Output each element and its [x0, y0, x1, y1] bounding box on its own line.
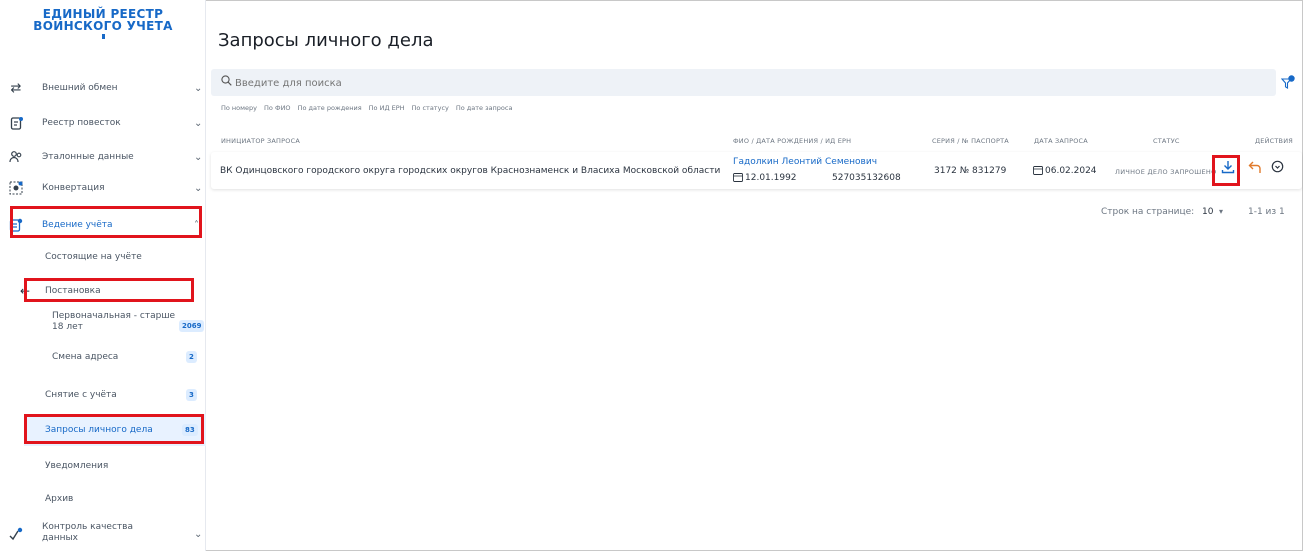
return-icon[interactable] [1248, 160, 1262, 178]
filter-option-fio[interactable]: По ФИО [264, 104, 291, 112]
rows-per-page-label: Строк на странице: [1101, 207, 1195, 217]
sidebar-item-summons-registry[interactable]: Реестр повесток ⌄ [0, 106, 206, 140]
sidebar-item-label: Контроль качества [42, 522, 133, 532]
people-icon [9, 150, 23, 164]
sidebar-subitem-deregistration[interactable]: Снятие с учёта 3 [0, 389, 206, 402]
count-badge: 2 [186, 351, 197, 363]
select-caret-icon[interactable]: ▾ [1219, 207, 1223, 216]
cell-fio-link[interactable]: Гадолкин Леонтий Семенович [733, 157, 877, 167]
more-options-icon[interactable] [1271, 160, 1284, 177]
sidebar-subitem-archive[interactable]: Архив [0, 494, 206, 506]
sidebar-item-label: Эталонные данные [42, 152, 134, 162]
filter-option-status[interactable]: По статусу [412, 104, 449, 112]
column-header-fio[interactable]: ФИО / ДАТА РОЖДЕНИЯ / ИД ЕРН [733, 137, 851, 145]
page-title: Запросы личного дела [218, 30, 434, 51]
sidebar-subitem-label: Снятие с учёта [45, 390, 117, 400]
rows-per-page-select[interactable]: 10 [1202, 207, 1213, 217]
table-row[interactable]: ВК Одинцовского городского округа городс… [211, 152, 1302, 189]
count-badge: 3 [186, 389, 197, 401]
column-header-initiator[interactable]: ИНИЦИАТОР ЗАПРОСА [221, 137, 300, 145]
sidebar-item-conversion[interactable]: Конвертация ⌄ [0, 171, 206, 205]
exchange-icon: ⇄ [10, 80, 22, 96]
page-range: 1-1 из 1 [1248, 207, 1285, 217]
sidebar-subitem-label: Состоящие на учёте [45, 252, 142, 262]
highlight-box-registry-keeping [10, 206, 202, 238]
logo-line2: ВОИНСКОГО УЧЕТА [33, 19, 173, 33]
count-badge: 2069 [179, 320, 205, 332]
sidebar-subitem-initial[interactable]: Первоначальная - старше 18 лет 2069 [0, 311, 206, 335]
search-input[interactable] [235, 74, 635, 92]
sidebar: ЕДИНЫЙ РЕЕСТР ВОИНСКОГО УЧЕТА ⇄ Внешний … [0, 0, 206, 551]
sidebar-item-label: Внешний обмен [42, 83, 118, 93]
sidebar-subitem-address-change[interactable]: Смена адреса 2 [0, 351, 206, 364]
logo-marker-icon [101, 34, 105, 39]
highlight-box-enrollment [24, 278, 194, 302]
cell-passport: 3172 № 831279 [934, 166, 1007, 176]
sidebar-item-data-quality[interactable]: Контроль качества данных ⌄ [0, 519, 206, 549]
filter-option-number[interactable]: По номеру [221, 104, 257, 112]
chevron-down-icon: ⌄ [194, 182, 203, 194]
chevron-down-icon: ⌄ [194, 151, 203, 163]
calendar-icon [733, 172, 743, 185]
sidebar-subitem-label: Архив [45, 494, 74, 504]
calendar-icon [1033, 165, 1043, 178]
chevron-down-icon: ⌄ [194, 117, 203, 129]
search-icon [221, 75, 232, 89]
sidebar-subitem-notifications[interactable]: Уведомления [0, 461, 206, 473]
convert-icon [9, 181, 23, 195]
cell-request-date: 06.02.2024 [1045, 166, 1097, 176]
filter-option-ern-id[interactable]: По ИД ЕРН [369, 104, 405, 112]
sidebar-subitem-label: Смена адреса [52, 352, 119, 362]
quality-check-icon [9, 527, 23, 541]
column-header-actions: ДЕЙСТВИЯ [1255, 137, 1293, 145]
sidebar-item-label: Реестр повесток [42, 118, 121, 128]
sidebar-subitem-label: Первоначальная - старше [52, 311, 176, 321]
app-logo[interactable]: ЕДИНЫЙ РЕЕСТР ВОИНСКОГО УЧЕТА [0, 8, 206, 39]
cell-birth-date: 12.01.1992 [745, 173, 797, 183]
chevron-down-icon: ⌄ [194, 82, 203, 94]
filter-option-birthdate[interactable]: По дате рождения [298, 104, 362, 112]
cell-initiator: ВК Одинцовского городского округа городс… [220, 166, 721, 176]
summons-icon [9, 116, 23, 130]
sidebar-item-external-exchange[interactable]: ⇄ Внешний обмен ⌄ [0, 71, 206, 105]
sidebar-subitem-label-line2: 18 лет [52, 322, 83, 332]
column-header-status[interactable]: СТАТУС [1153, 137, 1180, 145]
sidebar-item-label-line2: данных [42, 533, 78, 543]
sidebar-item-reference-data[interactable]: Эталонные данные ⌄ [0, 140, 206, 174]
sidebar-item-label: Конвертация [42, 183, 105, 193]
filter-option-request-date[interactable]: По дате запроса [456, 104, 513, 112]
highlight-box-file-requests [24, 414, 204, 444]
sidebar-subitem-registered[interactable]: Состоящие на учёте [0, 252, 206, 264]
filter-icon[interactable] [1280, 75, 1295, 89]
sidebar-subitem-label: Уведомления [45, 461, 109, 471]
status-badge: ЛИЧНОЕ ДЕЛО ЗАПРОШЕНО [1115, 168, 1217, 176]
cell-ern-id: 527035132608 [832, 173, 901, 183]
chevron-down-icon: ⌄ [194, 529, 203, 540]
search-bar[interactable] [211, 69, 1276, 96]
column-header-passport[interactable]: СЕРИЯ / № ПАСПОРТА [932, 137, 1009, 145]
search-filter-options: По номеру По ФИО По дате рождения По ИД … [221, 104, 512, 112]
column-header-request-date[interactable]: ДАТА ЗАПРОСА [1034, 137, 1088, 145]
highlight-box-download [1212, 155, 1240, 186]
